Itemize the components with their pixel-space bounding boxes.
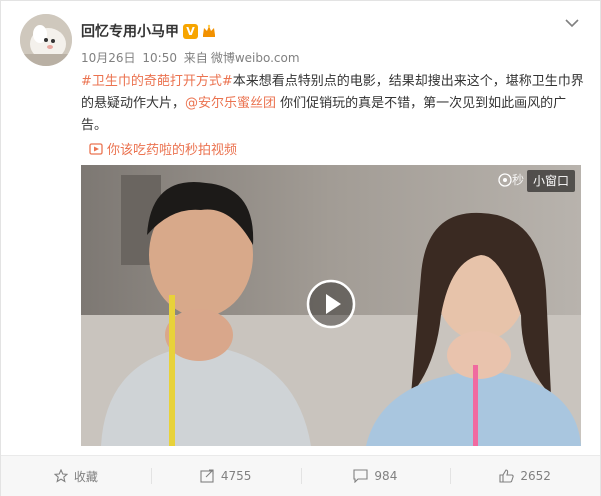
post-date[interactable]: 10月26日 bbox=[81, 51, 136, 65]
chevron-down-icon[interactable] bbox=[564, 15, 580, 31]
comment-icon bbox=[353, 469, 368, 483]
video-link-icon bbox=[89, 142, 103, 155]
video-link-label: 你该吃药啦的秒拍视频 bbox=[107, 143, 238, 158]
star-icon bbox=[53, 469, 68, 483]
repost-button[interactable]: 4755 bbox=[150, 456, 301, 496]
comment-button[interactable]: 984 bbox=[300, 456, 451, 496]
action-bar: 收藏 4755 984 2652 bbox=[1, 455, 600, 496]
mention-link[interactable]: @安尔乐蜜丝团 bbox=[185, 96, 276, 111]
post-meta: 10月26日 10:50 来自 微博weibo.com bbox=[81, 49, 303, 66]
like-count: 2652 bbox=[520, 469, 551, 483]
vip-crown-icon[interactable] bbox=[201, 23, 217, 39]
favorite-button[interactable]: 收藏 bbox=[1, 456, 151, 496]
user-name[interactable]: 回忆专用小马甲 bbox=[81, 21, 179, 41]
favorite-label: 收藏 bbox=[73, 469, 98, 484]
mini-window-button[interactable]: 小窗口 bbox=[526, 170, 575, 192]
repost-count: 4755 bbox=[220, 469, 252, 483]
video-player[interactable]: 秒 小窗口 bbox=[81, 165, 581, 446]
like-button[interactable]: 2652 bbox=[450, 456, 600, 496]
post-source[interactable]: 微博weibo.com bbox=[211, 51, 300, 65]
hashtag-link[interactable]: #卫生巾的奇葩打开方式# bbox=[81, 74, 233, 89]
verified-badge-icon: V bbox=[183, 23, 198, 39]
user-name-row: 回忆专用小马甲 V bbox=[81, 21, 217, 41]
miaopai-logo-icon bbox=[498, 172, 512, 187]
avatar[interactable] bbox=[20, 14, 72, 66]
video-watermark-text: 秒 bbox=[512, 173, 525, 187]
post-text: #卫生巾的奇葩打开方式#本来想看点特别点的电影，结果却搜出来这个，堪称卫生巾界的… bbox=[81, 71, 586, 137]
video-watermark: 秒 bbox=[498, 171, 524, 188]
video-link[interactable]: 你该吃药啦的秒拍视频 bbox=[89, 139, 237, 158]
play-icon[interactable] bbox=[306, 279, 356, 329]
post-time[interactable]: 10:50 bbox=[142, 51, 177, 65]
comment-count: 984 bbox=[374, 469, 398, 483]
avatar-image bbox=[20, 14, 72, 66]
like-icon bbox=[499, 469, 515, 483]
source-prefix: 来自 bbox=[183, 51, 208, 65]
weibo-post-card: 回忆专用小马甲 V 10月26日 10:50 来自 微博weibo.com #卫生… bbox=[0, 0, 601, 496]
repost-icon bbox=[200, 469, 214, 483]
